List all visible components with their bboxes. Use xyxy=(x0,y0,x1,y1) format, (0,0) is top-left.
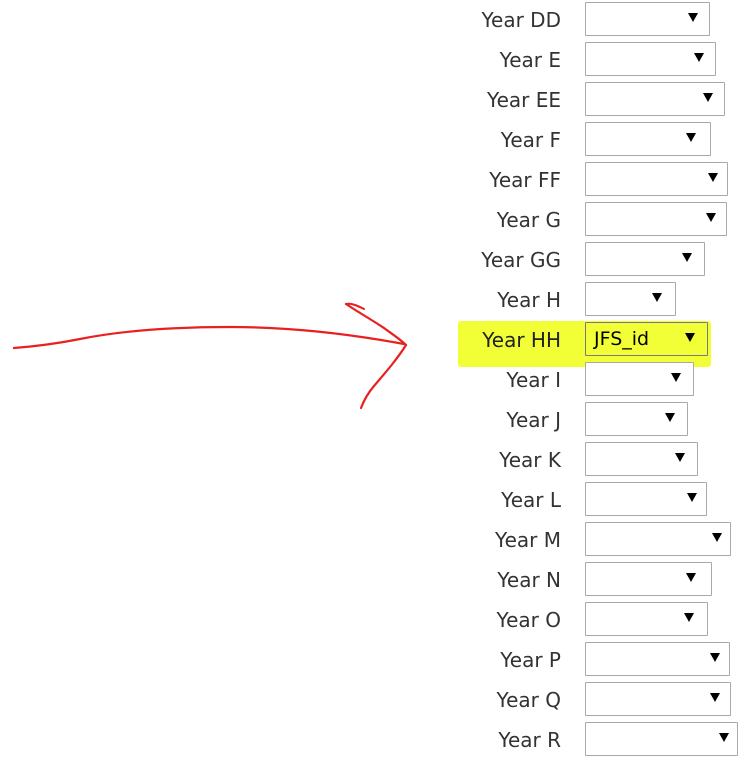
dropdown-arrow-icon xyxy=(687,493,697,502)
year-label: Year I xyxy=(506,368,561,392)
page-canvas: Year DD Year E Year EE Year F Year FF Year G Y… xyxy=(0,0,738,778)
dropdown-arrow-icon xyxy=(686,573,696,582)
year-select-dropdown[interactable] xyxy=(585,562,712,596)
year-select-dropdown[interactable] xyxy=(585,682,731,716)
year-select-dropdown[interactable] xyxy=(585,522,731,556)
year-select-dropdown[interactable]: JFS_id xyxy=(585,322,708,356)
dropdown-arrow-icon xyxy=(708,173,718,182)
year-label: Year O xyxy=(496,608,561,632)
year-label: Year G xyxy=(496,208,561,232)
year-select-dropdown[interactable] xyxy=(585,42,716,76)
dropdown-arrow-icon xyxy=(671,373,681,382)
year-label: Year H xyxy=(497,288,561,312)
year-label: Year P xyxy=(500,648,561,672)
dropdown-arrow-icon xyxy=(703,93,713,102)
year-label: Year DD xyxy=(481,8,561,32)
dropdown-arrow-icon xyxy=(706,213,716,222)
selected-value: JFS_id xyxy=(594,328,650,350)
year-select-dropdown[interactable] xyxy=(585,442,698,476)
year-select-dropdown[interactable] xyxy=(585,362,694,396)
dropdown-arrow-icon xyxy=(682,253,692,262)
year-label: Year K xyxy=(499,448,561,472)
year-row: Year Q xyxy=(0,682,738,718)
year-select-dropdown[interactable] xyxy=(585,602,708,636)
year-row: Year FF xyxy=(0,162,738,198)
year-select-dropdown[interactable] xyxy=(585,402,688,436)
year-label: Year FF xyxy=(489,168,561,192)
year-select-dropdown[interactable] xyxy=(585,82,725,116)
year-label: Year EE xyxy=(487,88,561,112)
year-label: Year L xyxy=(501,488,561,512)
dropdown-arrow-icon xyxy=(652,293,662,302)
year-label: Year GG xyxy=(481,248,561,272)
year-select-dropdown[interactable] xyxy=(585,242,705,276)
year-row: Year I xyxy=(0,362,738,398)
year-row: Year J xyxy=(0,402,738,438)
year-row: Year K xyxy=(0,442,738,478)
dropdown-arrow-icon xyxy=(685,333,695,342)
year-row: Year DD xyxy=(0,2,738,38)
year-select-dropdown[interactable] xyxy=(585,2,710,36)
dropdown-arrow-icon xyxy=(665,413,675,422)
year-label: Year E xyxy=(499,48,561,72)
year-label: Year F xyxy=(500,128,561,152)
year-row: Year H xyxy=(0,282,738,318)
year-select-dropdown[interactable] xyxy=(585,482,707,516)
year-row: Year HH JFS_id xyxy=(0,322,738,358)
year-row: Year F xyxy=(0,122,738,158)
year-select-dropdown[interactable] xyxy=(585,282,676,316)
year-row: Year E xyxy=(0,42,738,78)
dropdown-arrow-icon xyxy=(710,693,720,702)
year-label: Year Q xyxy=(496,688,561,712)
dropdown-arrow-icon xyxy=(712,533,722,542)
year-row: Year R xyxy=(0,722,738,758)
dropdown-arrow-icon xyxy=(688,13,698,22)
year-select-dropdown[interactable] xyxy=(585,722,738,756)
year-select-dropdown[interactable] xyxy=(585,202,727,236)
dropdown-arrow-icon xyxy=(684,613,694,622)
year-label: Year N xyxy=(497,568,561,592)
year-select-dropdown[interactable] xyxy=(585,122,711,156)
year-row: Year GG xyxy=(0,242,738,278)
dropdown-arrow-icon xyxy=(686,133,696,142)
dropdown-arrow-icon xyxy=(675,453,685,462)
year-select-dropdown[interactable] xyxy=(585,162,728,196)
year-label: Year J xyxy=(506,408,561,432)
year-row: Year G xyxy=(0,202,738,238)
year-row: Year M xyxy=(0,522,738,558)
year-row: Year P xyxy=(0,642,738,678)
year-row: Year EE xyxy=(0,82,738,118)
year-label: Year R xyxy=(498,728,561,752)
year-row: Year O xyxy=(0,602,738,638)
dropdown-arrow-icon xyxy=(719,733,729,742)
year-row: Year L xyxy=(0,482,738,518)
year-label: Year M xyxy=(495,528,561,552)
year-label: Year HH xyxy=(482,328,561,352)
dropdown-arrow-icon xyxy=(710,653,720,662)
year-select-dropdown[interactable] xyxy=(585,642,730,676)
year-row: Year N xyxy=(0,562,738,598)
dropdown-arrow-icon xyxy=(694,53,704,62)
